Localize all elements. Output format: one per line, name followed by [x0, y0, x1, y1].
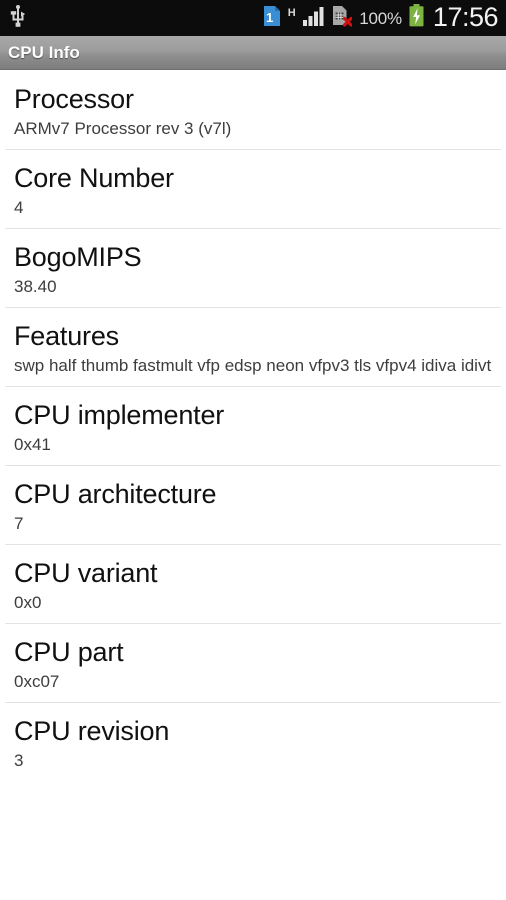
- list-item-title: CPU implementer: [14, 400, 225, 430]
- action-bar: CPU Info: [0, 36, 506, 70]
- cpu-info-list: Processor ARMv7 Processor rev 3 (v7l) Core…: [0, 70, 506, 781]
- list-item-title: CPU part: [14, 637, 124, 667]
- svg-text:1: 1: [266, 10, 273, 25]
- list-item-value: 7: [14, 514, 24, 533]
- list-item-value: ARMv7 Processor rev 3 (v7l): [14, 119, 232, 138]
- list-item[interactable]: Core Number 4: [0, 149, 506, 228]
- list-item[interactable]: CPU part 0xc07: [0, 623, 506, 702]
- list-item-value: 38.40: [14, 277, 57, 296]
- status-bar[interactable]: 1 H 100% 17:56: [0, 0, 506, 36]
- list-item[interactable]: BogoMIPS 38.40: [0, 228, 506, 307]
- list-item[interactable]: Features swp half thumb fastmult vfp edsp…: [0, 307, 506, 386]
- list-item-title: BogoMIPS: [14, 242, 142, 272]
- list-item-value: swp half thumb fastmult vfp edsp neon vf…: [14, 356, 492, 375]
- list-item-value: 3: [14, 751, 24, 770]
- list-item[interactable]: CPU implementer 0x41: [0, 386, 506, 465]
- page-title: CPU Info: [8, 42, 80, 62]
- status-bar-left-icons: [10, 4, 26, 32]
- list-item-title: CPU architecture: [14, 479, 217, 509]
- list-item-title: Features: [14, 321, 119, 351]
- list-item-title: Core Number: [14, 163, 174, 193]
- list-item-value: 0xc07: [14, 672, 60, 691]
- clock-label: 17:56: [432, 1, 499, 32]
- list-item-title: Processor: [14, 84, 134, 114]
- list-item-title: CPU revision: [14, 716, 170, 746]
- list-item-value: 4: [14, 198, 24, 217]
- status-bar-right-icons: 1 H 100% 17:56: [263, 1, 499, 32]
- battery-charging-icon: [409, 4, 424, 32]
- list-item[interactable]: CPU variant 0x0: [0, 544, 506, 623]
- list-item-title: CPU variant: [14, 558, 158, 588]
- usb-icon: [10, 4, 26, 32]
- sim-card-missing-icon: [332, 5, 353, 32]
- list-item-value: 0x41: [14, 435, 51, 454]
- list-item[interactable]: CPU revision 3: [0, 702, 506, 781]
- network-type-indicator: H: [287, 6, 297, 19]
- list-item-value: 0x0: [14, 593, 42, 612]
- list-item[interactable]: CPU architecture 7: [0, 465, 506, 544]
- list-item[interactable]: Processor ARMv7 Processor rev 3 (v7l): [0, 70, 506, 149]
- sim-card-1-icon: 1: [263, 5, 281, 32]
- battery-percent-label: 100%: [359, 8, 402, 28]
- signal-bars-icon: [303, 5, 325, 32]
